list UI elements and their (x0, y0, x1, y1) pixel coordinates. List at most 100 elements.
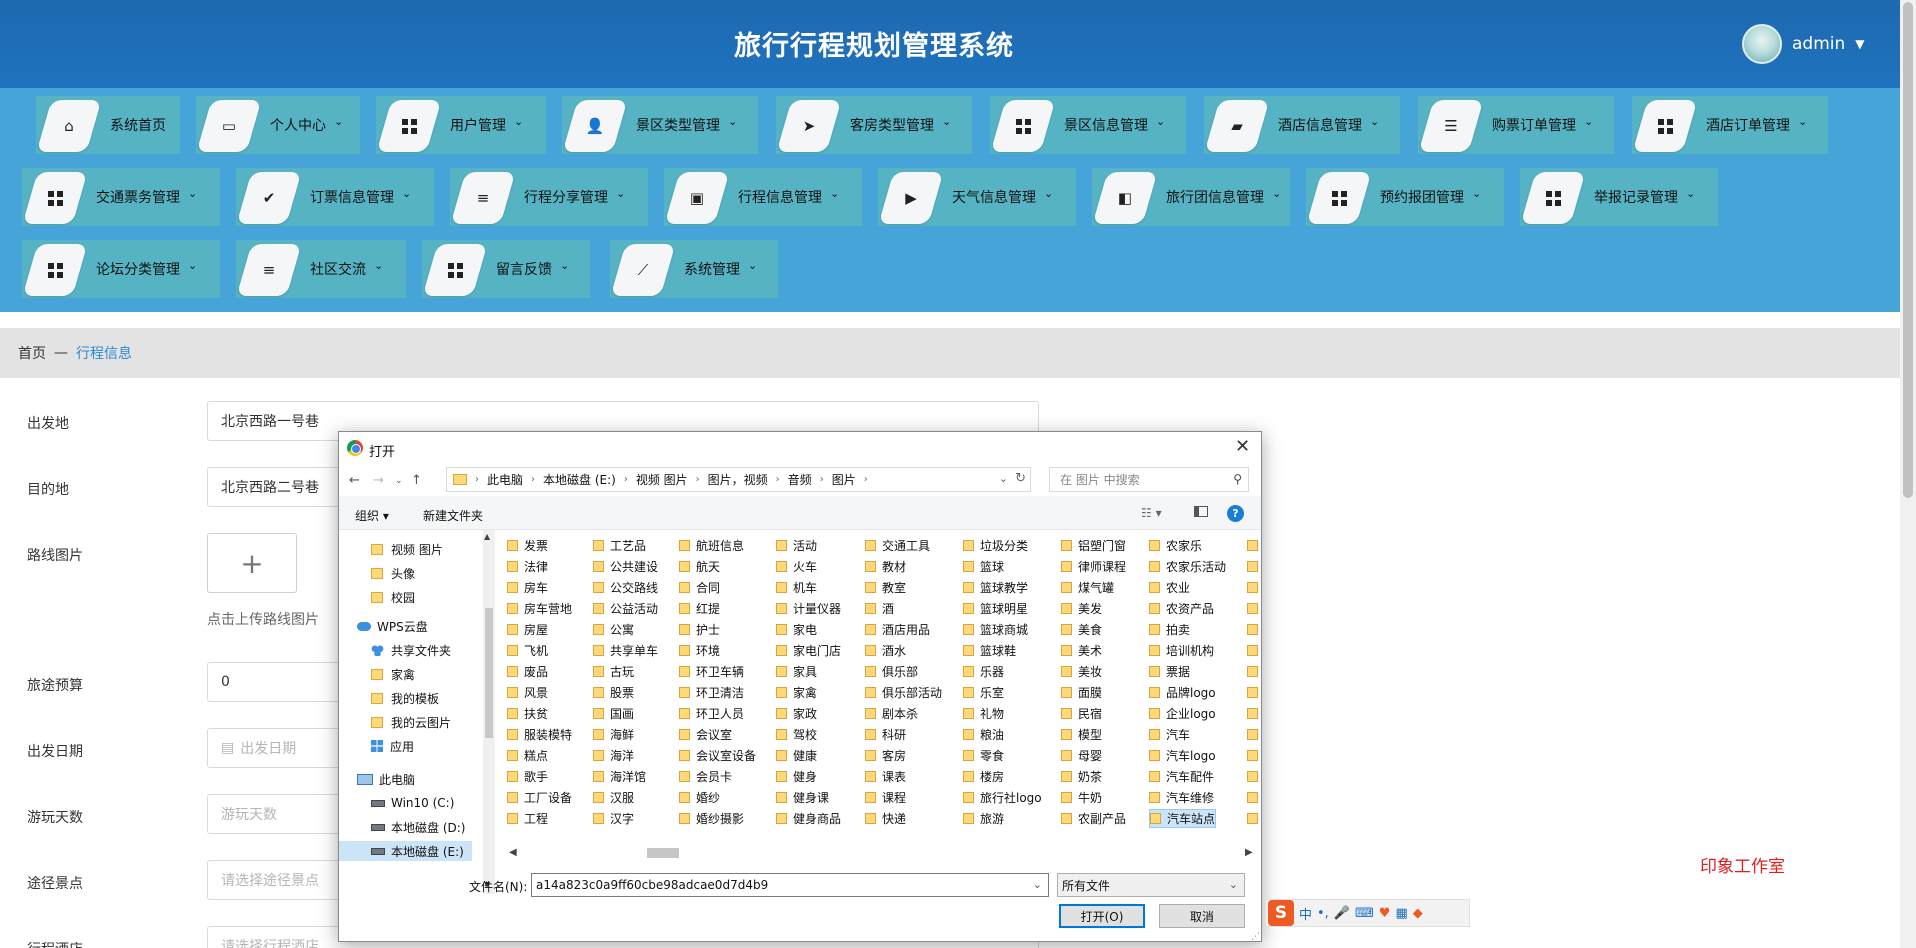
folder-item[interactable]: 公交路线 (593, 578, 658, 597)
folder-item[interactable]: 健身 (776, 767, 817, 786)
scroll-right-icon[interactable]: ▶ (1245, 847, 1253, 858)
tree-item[interactable]: 视频 图片 (339, 539, 472, 559)
breadcrumb-chevron-icon[interactable]: › (696, 474, 700, 485)
folder-item[interactable]: 教材 (865, 557, 906, 576)
folder-item[interactable] (1247, 746, 1259, 765)
folder-item[interactable] (1247, 620, 1259, 639)
filename-input[interactable]: a14a823c0a9ff60cbe98adcae0d7d4b9 ⌄ (531, 873, 1049, 897)
page-scrollbar-thumb[interactable] (1903, 2, 1913, 498)
folder-item[interactable]: 酒水 (865, 641, 906, 660)
path-segment[interactable]: 视频 图片 (636, 471, 688, 488)
folder-item[interactable]: 驾校 (776, 725, 817, 744)
folder-item[interactable]: 企业logo (1149, 704, 1216, 723)
folder-item[interactable]: 科研 (865, 725, 906, 744)
folder-item[interactable]: 拍卖 (1149, 620, 1190, 639)
punctuation-icon[interactable]: •, (1317, 906, 1329, 921)
folder-item[interactable]: 会员卡 (679, 767, 732, 786)
folder-item[interactable]: 发票 (507, 536, 548, 555)
folder-item[interactable]: 垃圾分类 (963, 536, 1028, 555)
folder-item[interactable]: 工程 (507, 809, 548, 828)
path-segment[interactable]: 图片，视频 (708, 471, 768, 488)
view-options-icon[interactable]: ☷ ▾ (1141, 506, 1162, 520)
folder-item[interactable]: 票据 (1149, 662, 1190, 681)
user-menu[interactable]: admin ▼ (1742, 22, 1865, 66)
folder-item[interactable]: 快递 (865, 809, 906, 828)
nav-item-16[interactable]: 预约报团管理 ⌄ (1306, 168, 1504, 226)
preview-pane-icon[interactable] (1194, 506, 1208, 517)
up-arrow-icon[interactable]: ↑ (411, 473, 422, 488)
folder-item[interactable]: 课程 (865, 788, 906, 807)
folder-item[interactable]: 房车 (507, 578, 548, 597)
tree-item[interactable]: 共享文件夹 (339, 640, 472, 660)
folder-item[interactable] (1247, 662, 1259, 681)
nav-item-19[interactable]: ≡ 社区交流 ⌄ (236, 240, 406, 298)
folder-item[interactable]: 客房 (865, 746, 906, 765)
folder-item[interactable]: 红提 (679, 599, 720, 618)
folder-item[interactable] (1247, 788, 1259, 807)
folder-item[interactable]: 废品 (507, 662, 548, 681)
folder-item[interactable]: 民宿 (1061, 704, 1102, 723)
path-segment[interactable]: 音频 (788, 471, 812, 488)
forward-arrow-icon[interactable]: → (373, 473, 384, 488)
folder-item[interactable]: 房屋 (507, 620, 548, 639)
path-segment[interactable]: 本地磁盘 (E:) (543, 471, 616, 488)
tree-item[interactable]: 本地磁盘 (D:) (339, 817, 472, 837)
folder-item[interactable]: 律师课程 (1061, 557, 1126, 576)
toolbox-icon[interactable]: ▦ (1395, 906, 1407, 921)
folder-item[interactable]: 课表 (865, 767, 906, 786)
scroll-up-icon[interactable]: ▲ (484, 532, 490, 541)
tree-item[interactable]: 校园 (339, 587, 472, 607)
folder-item[interactable]: 环卫清洁 (679, 683, 744, 702)
nav-item-17[interactable]: 举报记录管理 ⌄ (1520, 168, 1718, 226)
resize-grip-icon[interactable]: ⋰ (1251, 932, 1260, 942)
refresh-icon[interactable]: ↻ (1015, 471, 1026, 486)
search-icon[interactable]: ⚲ (1233, 472, 1242, 486)
hscroll-thumb[interactable] (647, 848, 679, 858)
folder-item[interactable]: 汉字 (593, 809, 634, 828)
nav-item-9[interactable]: 酒店订单管理 ⌄ (1632, 96, 1828, 154)
nav-item-5[interactable]: ➤ 客房类型管理 ⌄ (776, 96, 972, 154)
folder-item[interactable]: 健身商品 (776, 809, 841, 828)
dialog-titlebar[interactable]: 打开 ✕ (339, 432, 1261, 464)
folder-item[interactable]: 健身课 (776, 788, 829, 807)
microphone-icon[interactable]: 🎤 (1334, 906, 1350, 921)
tree-scrollbar[interactable]: ▲ ▼ (483, 530, 495, 894)
folder-item[interactable]: 汽车logo (1149, 746, 1216, 765)
folder-item[interactable]: 面膜 (1061, 683, 1102, 702)
ime-mode[interactable]: 中 (1299, 904, 1312, 923)
folder-item[interactable]: 法律 (507, 557, 548, 576)
folder-item[interactable]: 海洋馆 (593, 767, 646, 786)
folder-item[interactable]: 旅游 (963, 809, 1004, 828)
tree-item[interactable]: 此电脑 (339, 769, 472, 789)
open-button[interactable]: 打开(O) (1059, 904, 1145, 928)
folder-item[interactable]: 航天 (679, 557, 720, 576)
tree-item[interactable]: 应用 (339, 736, 472, 756)
folder-item[interactable]: 礼物 (963, 704, 1004, 723)
folder-item[interactable]: 扶贫 (507, 704, 548, 723)
folder-item[interactable]: 国画 (593, 704, 634, 723)
folder-item[interactable]: 环境 (679, 641, 720, 660)
folder-item[interactable]: 乐器 (963, 662, 1004, 681)
folder-item[interactable]: 火车 (776, 557, 817, 576)
folder-item[interactable]: 奶茶 (1061, 767, 1102, 786)
folder-item[interactable]: 母婴 (1061, 746, 1102, 765)
tree-scrollbar-thumb[interactable] (485, 608, 493, 738)
folder-item[interactable] (1247, 809, 1259, 828)
more-icon[interactable]: ◆ (1413, 906, 1423, 921)
keyboard-icon[interactable]: ⌨ (1355, 906, 1374, 921)
folder-item[interactable] (1247, 641, 1259, 660)
folder-item[interactable]: 零食 (963, 746, 1004, 765)
folder-item[interactable]: 农业 (1149, 578, 1190, 597)
file-list-hscrollbar[interactable]: ◀ ▶ (507, 845, 1259, 861)
folder-item[interactable]: 股票 (593, 683, 634, 702)
folder-item[interactable]: 服装模特 (507, 725, 572, 744)
folder-item[interactable]: 计量仪器 (776, 599, 841, 618)
folder-item[interactable]: 篮球明星 (963, 599, 1028, 618)
new-folder-button[interactable]: 新建文件夹 (423, 507, 483, 524)
folder-item[interactable]: 汽车站点 (1149, 809, 1217, 828)
folder-item[interactable]: 环卫人员 (679, 704, 744, 723)
folder-item[interactable]: 品牌logo (1149, 683, 1216, 702)
close-icon[interactable]: ✕ (1235, 436, 1250, 457)
page-scrollbar[interactable] (1900, 0, 1916, 948)
folder-item[interactable]: 活动 (776, 536, 817, 555)
